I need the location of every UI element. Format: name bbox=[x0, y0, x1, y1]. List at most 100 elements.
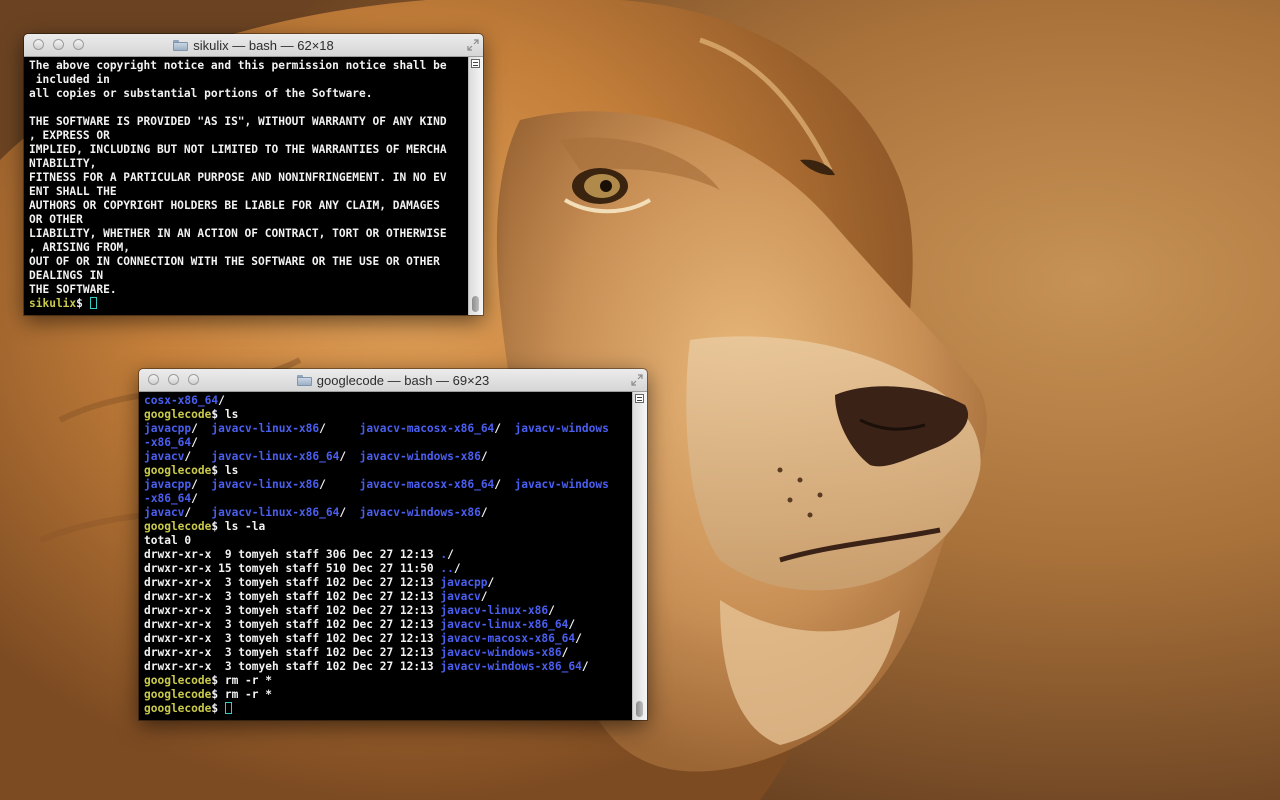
terminal-content[interactable]: cosx-x86_64/googlecode$ ls javacpp/ javac… bbox=[139, 392, 633, 720]
terminal-line: THE SOFTWARE IS PROVIDED "AS IS", WITHOU… bbox=[29, 115, 447, 129]
directory-name: javacpp bbox=[144, 478, 192, 491]
terminal-text-segment: / bbox=[480, 506, 488, 519]
scrollbar-thumb[interactable] bbox=[636, 701, 643, 717]
terminal-text-segment: / bbox=[191, 422, 212, 435]
terminal-text-segment: / bbox=[494, 422, 515, 435]
terminal-line: ENT SHALL THE bbox=[29, 185, 447, 199]
directory-name: javacpp bbox=[440, 576, 488, 589]
directory-name: javacv-macosx-x86_64 bbox=[359, 422, 495, 435]
scrollbar-menu-icon[interactable] bbox=[635, 394, 644, 403]
terminal-text-segment: , ARISING FROM, bbox=[29, 241, 131, 254]
terminal-line: googlecode$ ls bbox=[144, 408, 609, 422]
scrollbar[interactable] bbox=[468, 57, 483, 315]
terminal-text-segment: / bbox=[494, 478, 515, 491]
terminal-line: NTABILITY, bbox=[29, 157, 447, 171]
terminal-text-segment: drwxr-xr-x 3 tomyeh staff 102 Dec 27 12:… bbox=[144, 618, 441, 631]
terminal-line: -x86_64/ bbox=[144, 436, 609, 450]
terminal-line: , EXPRESS OR bbox=[29, 129, 447, 143]
terminal-text-segment: / bbox=[191, 492, 198, 505]
directory-name: javacv-linux-x86 bbox=[211, 478, 320, 491]
terminal-text-segment: drwxr-xr-x 3 tomyeh staff 102 Dec 27 12:… bbox=[144, 604, 441, 617]
terminal-text-segment: drwxr-xr-x 3 tomyeh staff 102 Dec 27 12:… bbox=[144, 632, 441, 645]
terminal-text-segment: OUT OF OR IN CONNECTION WITH THE SOFTWAR… bbox=[29, 255, 440, 268]
terminal-line: javacpp/ javacv-linux-x86/ javacv-macosx… bbox=[144, 478, 609, 492]
terminal-text-segment: $ ls -la bbox=[211, 520, 266, 533]
terminal-text-segment: NTABILITY, bbox=[29, 157, 97, 170]
terminal-line: -x86_64/ bbox=[144, 492, 609, 506]
terminal-line: total 0 bbox=[144, 534, 609, 548]
shell-prompt: googlecode bbox=[144, 520, 212, 533]
folder-icon bbox=[173, 39, 189, 51]
terminal-text-segment: drwxr-xr-x 9 tomyeh staff 306 Dec 27 12:… bbox=[144, 548, 441, 561]
terminal-line: javacpp/ javacv-linux-x86/ javacv-macosx… bbox=[144, 422, 609, 436]
terminal-text-segment: , EXPRESS OR bbox=[29, 129, 110, 142]
terminal-text-segment: / bbox=[581, 660, 589, 673]
directory-name: javacpp bbox=[144, 422, 192, 435]
terminal-line: sikulix$ bbox=[29, 297, 447, 311]
directory-name: -x86_64 bbox=[144, 436, 192, 449]
desktop: sikulix — bash — 62×18 The above copyrig… bbox=[0, 0, 1280, 800]
terminal-line: IMPLIED, INCLUDING BUT NOT LIMITED TO TH… bbox=[29, 143, 447, 157]
terminal-window-sikulix[interactable]: sikulix — bash — 62×18 The above copyrig… bbox=[24, 34, 483, 315]
directory-name: javacv-macosx-x86_64 bbox=[359, 478, 495, 491]
terminal-line: drwxr-xr-x 3 tomyeh staff 102 Dec 27 12:… bbox=[144, 590, 609, 604]
terminal-line: drwxr-xr-x 3 tomyeh staff 102 Dec 27 12:… bbox=[144, 632, 609, 646]
terminal-text-segment: total 0 bbox=[144, 534, 192, 547]
terminal-text-segment: / bbox=[561, 646, 569, 659]
terminal-line: LIABILITY, WHETHER IN AN ACTION OF CONTR… bbox=[29, 227, 447, 241]
directory-name: cosx-x86_64 bbox=[144, 394, 219, 407]
terminal-text-segment: drwxr-xr-x 3 tomyeh staff 102 Dec 27 12:… bbox=[144, 576, 441, 589]
terminal-text: cosx-x86_64/googlecode$ ls javacpp/ javac… bbox=[144, 394, 609, 716]
terminal-text-segment: $ bbox=[211, 702, 225, 715]
terminal-line: googlecode$ bbox=[144, 702, 609, 716]
terminal-content[interactable]: The above copyright notice and this perm… bbox=[24, 57, 469, 315]
scrollbar-thumb[interactable] bbox=[472, 296, 479, 312]
terminal-line: drwxr-xr-x 3 tomyeh staff 102 Dec 27 12:… bbox=[144, 576, 609, 590]
terminal-text-segment: FITNESS FOR A PARTICULAR PURPOSE AND NON… bbox=[29, 171, 447, 184]
terminal-text-segment: drwxr-xr-x 3 tomyeh staff 102 Dec 27 12:… bbox=[144, 590, 441, 603]
terminal-text-segment: drwxr-xr-x 3 tomyeh staff 102 Dec 27 12:… bbox=[144, 646, 441, 659]
terminal-line: googlecode$ rm -r * bbox=[144, 688, 609, 702]
title-bar[interactable]: googlecode — bash — 69×23 bbox=[139, 369, 647, 392]
terminal-line: OR OTHER bbox=[29, 213, 447, 227]
terminal-line: drwxr-xr-x 9 tomyeh staff 306 Dec 27 12:… bbox=[144, 548, 609, 562]
terminal-line: FITNESS FOR A PARTICULAR PURPOSE AND NON… bbox=[29, 171, 447, 185]
directory-name: javacv-linux-x86 bbox=[440, 604, 549, 617]
terminal-text-segment: ENT SHALL THE bbox=[29, 185, 117, 198]
terminal-line: googlecode$ ls -la bbox=[144, 520, 609, 534]
terminal-line: drwxr-xr-x 15 tomyeh staff 510 Dec 27 11… bbox=[144, 562, 609, 576]
fullscreen-icon[interactable] bbox=[467, 39, 479, 51]
scrollbar[interactable] bbox=[632, 392, 647, 720]
window-title-wrap: sikulix — bash — 62×18 bbox=[24, 34, 483, 56]
terminal-text-segment: / bbox=[319, 478, 360, 491]
fullscreen-icon[interactable] bbox=[631, 374, 643, 386]
directory-name: javacv-windows-x86 bbox=[359, 450, 481, 463]
directory-name: javacv-windows bbox=[514, 422, 609, 435]
terminal-line: drwxr-xr-x 3 tomyeh staff 102 Dec 27 12:… bbox=[144, 660, 609, 674]
shell-prompt: googlecode bbox=[144, 674, 212, 687]
title-bar[interactable]: sikulix — bash — 62×18 bbox=[24, 34, 483, 57]
terminal-line: DEALINGS IN bbox=[29, 269, 447, 283]
scrollbar-menu-icon[interactable] bbox=[471, 59, 480, 68]
terminal-text-segment: drwxr-xr-x 15 tomyeh staff 510 Dec 27 11… bbox=[144, 562, 441, 575]
terminal-text-segment: / bbox=[184, 506, 212, 519]
terminal-text-segment: / bbox=[568, 618, 576, 631]
terminal-text-segment: / bbox=[575, 632, 582, 645]
directory-name: javacv-linux-x86 bbox=[211, 422, 320, 435]
text-cursor bbox=[224, 702, 232, 714]
directory-name: javacv-windows-x86_64 bbox=[440, 660, 582, 673]
terminal-line: drwxr-xr-x 3 tomyeh staff 102 Dec 27 12:… bbox=[144, 618, 609, 632]
terminal-text-segment: / bbox=[480, 450, 488, 463]
terminal-text-segment: / bbox=[184, 450, 212, 463]
terminal-text: The above copyright notice and this perm… bbox=[29, 59, 447, 311]
directory-name: javacv-windows-x86 bbox=[440, 646, 562, 659]
terminal-window-googlecode[interactable]: googlecode — bash — 69×23 cosx-x86_64/go… bbox=[139, 369, 647, 720]
terminal-text-segment: OR OTHER bbox=[29, 213, 83, 226]
terminal-text-segment: / bbox=[548, 604, 555, 617]
terminal-line: cosx-x86_64/ bbox=[144, 394, 609, 408]
terminal-line: OUT OF OR IN CONNECTION WITH THE SOFTWAR… bbox=[29, 255, 447, 269]
terminal-text-segment: $ rm -r * bbox=[211, 688, 272, 701]
terminal-line: javacv/ javacv-linux-x86_64/ javacv-wind… bbox=[144, 450, 609, 464]
directory-name: javacv-linux-x86_64 bbox=[440, 618, 569, 631]
